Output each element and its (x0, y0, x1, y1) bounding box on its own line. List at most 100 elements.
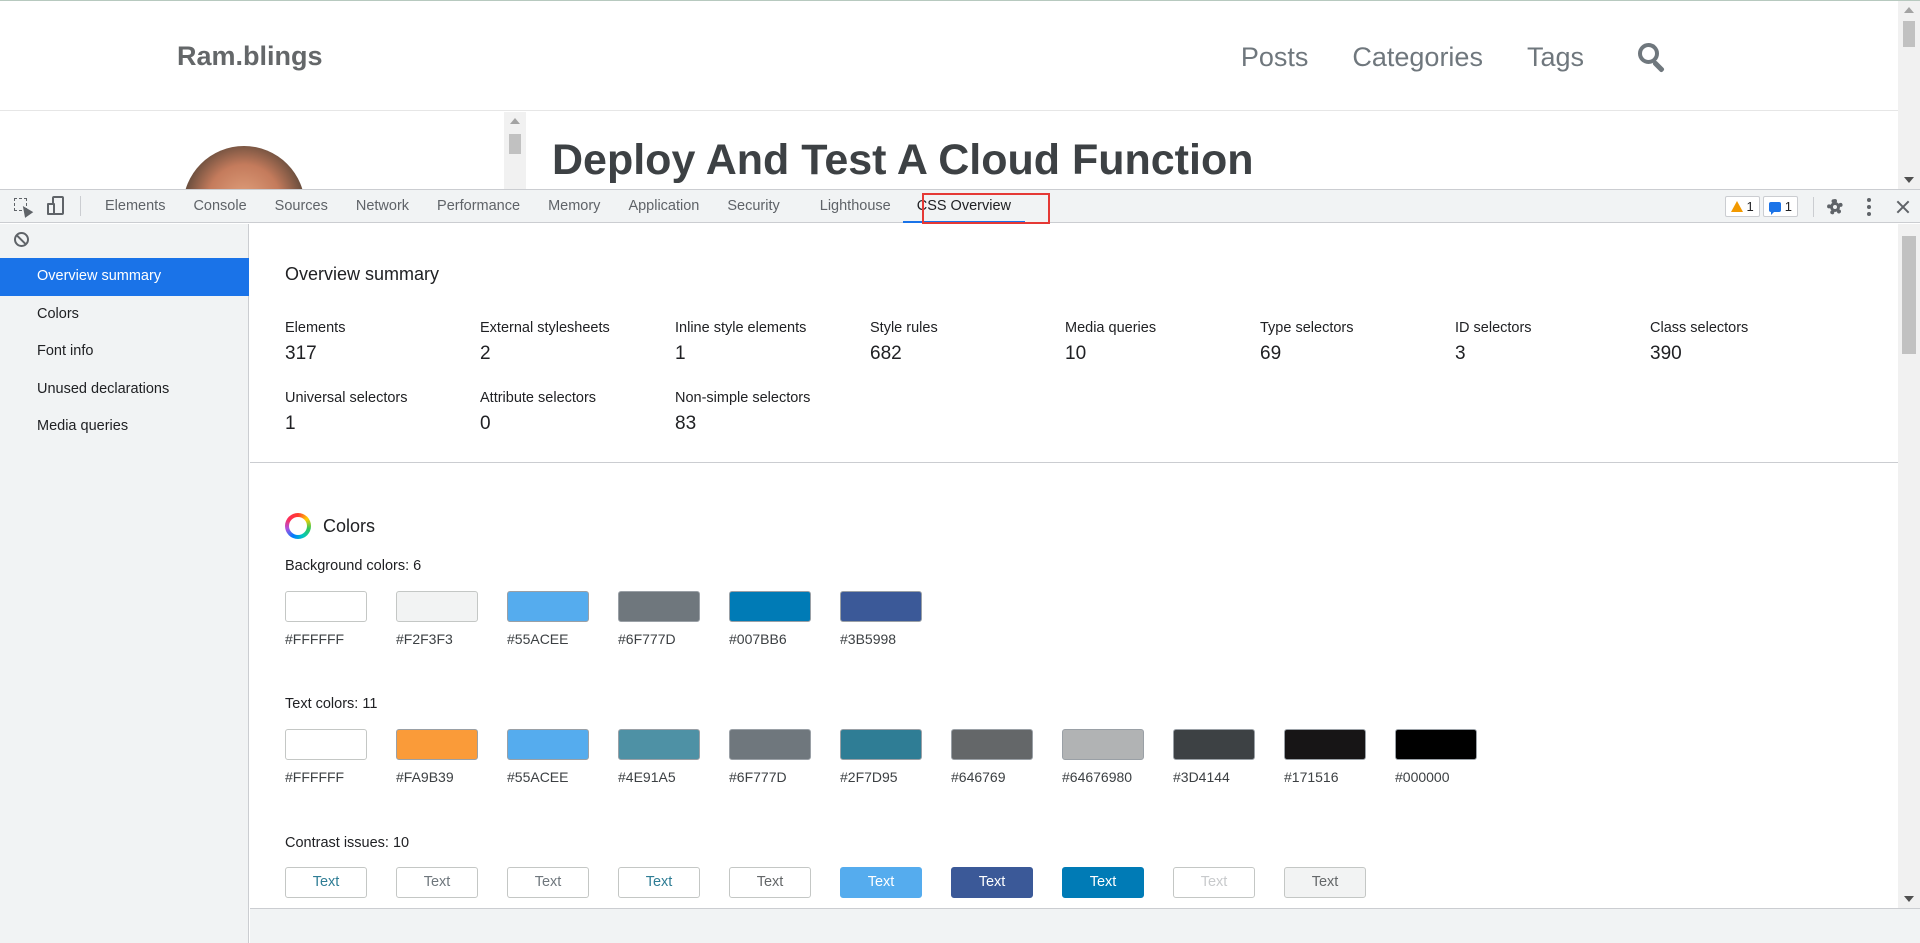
contrast-issue[interactable]: Text (1062, 867, 1173, 898)
color-swatch[interactable]: #FFFFFF (285, 591, 396, 647)
color-swatch-label: #2F7D95 (840, 769, 898, 785)
color-swatch-box[interactable] (729, 729, 811, 760)
color-swatch-box[interactable] (1062, 729, 1144, 760)
contrast-issue-preview[interactable]: Text (618, 867, 700, 898)
contrast-issue-preview[interactable]: Text (1173, 867, 1255, 898)
color-swatch-label: #171516 (1284, 769, 1339, 785)
scrollbar-thumb[interactable] (1902, 236, 1916, 354)
color-swatch[interactable]: #F2F3F3 (396, 591, 507, 647)
color-swatch-box[interactable] (396, 591, 478, 622)
color-swatch-label: #55ACEE (507, 769, 569, 785)
tab-network[interactable]: Network (342, 190, 423, 223)
sidebar-item-colors[interactable]: Colors (0, 296, 249, 334)
search-icon[interactable] (1636, 41, 1668, 73)
inspect-element-icon[interactable] (8, 192, 36, 220)
sidebar-item-overview-summary[interactable]: Overview summary (0, 258, 249, 296)
contrast-issue[interactable]: Text (285, 867, 396, 898)
color-swatch-box[interactable] (729, 591, 811, 622)
css-overview-sidebar: Overview summary Colors Font info Unused… (0, 224, 249, 943)
nav-link-tags[interactable]: Tags (1527, 42, 1584, 73)
contrast-issue-preview[interactable]: Text (285, 867, 367, 898)
toc-scrollbar[interactable] (504, 112, 526, 189)
contrast-issue-preview[interactable]: Text (507, 867, 589, 898)
color-swatch-box[interactable] (1173, 729, 1255, 760)
sidebar-item-font-info[interactable]: Font info (0, 333, 249, 371)
contrast-issue[interactable]: Text (729, 867, 840, 898)
color-swatch[interactable]: #646769 (951, 729, 1062, 785)
tab-application[interactable]: Application (614, 190, 713, 223)
settings-gear-icon[interactable] (1824, 196, 1846, 218)
contrast-issue-preview[interactable]: Text (729, 867, 811, 898)
tab-lighthouse[interactable]: Lighthouse (806, 190, 903, 223)
tab-memory[interactable]: Memory (534, 190, 614, 223)
more-options-icon[interactable] (1858, 196, 1880, 218)
messages-badge[interactable]: 1 (1762, 196, 1798, 217)
contrast-issue[interactable]: Text (840, 867, 951, 898)
scroll-up-arrow-icon[interactable] (1904, 7, 1914, 13)
scrollbar-thumb[interactable] (1903, 21, 1915, 47)
contrast-issue[interactable]: Text (1284, 867, 1395, 898)
content-scrollbar[interactable] (1898, 224, 1920, 908)
contrast-issue[interactable]: Text (618, 867, 729, 898)
contrast-issue-preview[interactable]: Text (396, 867, 478, 898)
scroll-down-arrow-icon[interactable] (1904, 177, 1914, 183)
clear-overview-icon[interactable] (14, 232, 29, 247)
color-swatch[interactable]: #4E91A5 (618, 729, 729, 785)
device-toolbar-icon[interactable] (42, 192, 70, 220)
page-scrollbar[interactable] (1898, 1, 1920, 189)
color-swatch-box[interactable] (951, 729, 1033, 760)
color-swatch-box[interactable] (396, 729, 478, 760)
color-swatch[interactable]: #171516 (1284, 729, 1395, 785)
color-swatch[interactable]: #55ACEE (507, 729, 618, 785)
contrast-issue-preview[interactable]: Text (840, 867, 922, 898)
color-swatch-box[interactable] (618, 591, 700, 622)
color-swatch-box[interactable] (840, 729, 922, 760)
color-swatch[interactable]: #FFFFFF (285, 729, 396, 785)
color-swatch-box[interactable] (840, 591, 922, 622)
color-swatch[interactable]: #FA9B39 (396, 729, 507, 785)
author-avatar (183, 146, 305, 189)
color-swatch-box[interactable] (618, 729, 700, 760)
contrast-issue[interactable]: Text (507, 867, 618, 898)
scroll-up-arrow-icon[interactable] (510, 118, 520, 124)
contrast-issue[interactable]: Text (951, 867, 1062, 898)
site-brand-link[interactable]: Ram.blings (177, 41, 323, 72)
contrast-issue-preview[interactable]: Text (1062, 867, 1144, 898)
color-swatch-box[interactable] (1284, 729, 1366, 760)
contrast-issue[interactable]: Text (1173, 867, 1284, 898)
tab-elements[interactable]: Elements (91, 190, 179, 223)
color-swatch[interactable]: #007BB6 (729, 591, 840, 647)
nav-link-categories[interactable]: Categories (1352, 42, 1483, 73)
tab-security[interactable]: Security (713, 190, 805, 223)
stat-label: Type selectors (1260, 320, 1354, 336)
toolbar-right: 1 1 (1724, 190, 1920, 223)
contrast-issue[interactable]: Text (396, 867, 507, 898)
color-swatch-box[interactable] (285, 591, 367, 622)
tab-sources[interactable]: Sources (261, 190, 342, 223)
colors-heading: Colors (285, 513, 375, 539)
contrast-issue-preview[interactable]: Text (1284, 867, 1366, 898)
color-swatch[interactable]: #3B5998 (840, 591, 951, 647)
tab-performance[interactable]: Performance (423, 190, 534, 223)
nav-link-posts[interactable]: Posts (1241, 42, 1309, 73)
color-swatch[interactable]: #64676980 (1062, 729, 1173, 785)
color-swatch[interactable]: #55ACEE (507, 591, 618, 647)
color-swatch-box[interactable] (507, 591, 589, 622)
color-swatch[interactable]: #3D4144 (1173, 729, 1284, 785)
warnings-badge[interactable]: 1 (1724, 196, 1760, 217)
contrast-issue-preview[interactable]: Text (951, 867, 1033, 898)
color-swatch[interactable]: #2F7D95 (840, 729, 951, 785)
color-swatch[interactable]: #000000 (1395, 729, 1506, 785)
color-swatch[interactable]: #6F777D (618, 591, 729, 647)
tab-console[interactable]: Console (179, 190, 260, 223)
scroll-down-arrow-icon[interactable] (1904, 896, 1914, 902)
color-swatch-label: #3D4144 (1173, 769, 1230, 785)
sidebar-item-media-queries[interactable]: Media queries (0, 408, 249, 446)
tab-css-overview[interactable]: CSS Overview (902, 190, 1026, 223)
color-swatch-box[interactable] (507, 729, 589, 760)
close-devtools-icon[interactable] (1892, 196, 1914, 218)
color-swatch-box[interactable] (285, 729, 367, 760)
sidebar-item-unused-declarations[interactable]: Unused declarations (0, 371, 249, 409)
color-swatch[interactable]: #6F777D (729, 729, 840, 785)
color-swatch-box[interactable] (1395, 729, 1477, 760)
